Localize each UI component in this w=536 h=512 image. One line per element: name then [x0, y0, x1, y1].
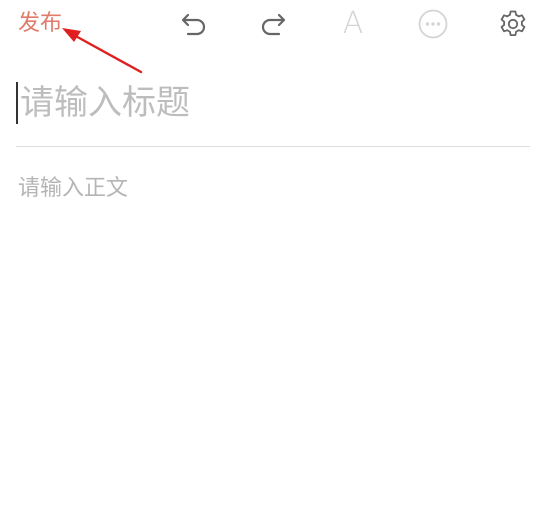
- redo-button[interactable]: [256, 7, 290, 41]
- font-format-icon: A: [342, 6, 364, 41]
- body-input[interactable]: [18, 172, 518, 492]
- gear-icon: [500, 10, 526, 36]
- font-format-button[interactable]: A: [336, 7, 370, 41]
- editor-toolbar: 发布 A: [0, 0, 536, 50]
- text-caret: [16, 82, 18, 124]
- more-options-button[interactable]: [416, 7, 450, 41]
- publish-button[interactable]: 发布: [18, 9, 62, 39]
- title-field[interactable]: [16, 78, 530, 128]
- more-options-icon: [418, 9, 448, 39]
- undo-icon: [181, 13, 206, 36]
- title-input[interactable]: [20, 78, 520, 128]
- settings-button[interactable]: [496, 7, 530, 41]
- redo-icon: [261, 13, 286, 36]
- title-divider: [16, 146, 530, 147]
- undo-button[interactable]: [177, 7, 211, 41]
